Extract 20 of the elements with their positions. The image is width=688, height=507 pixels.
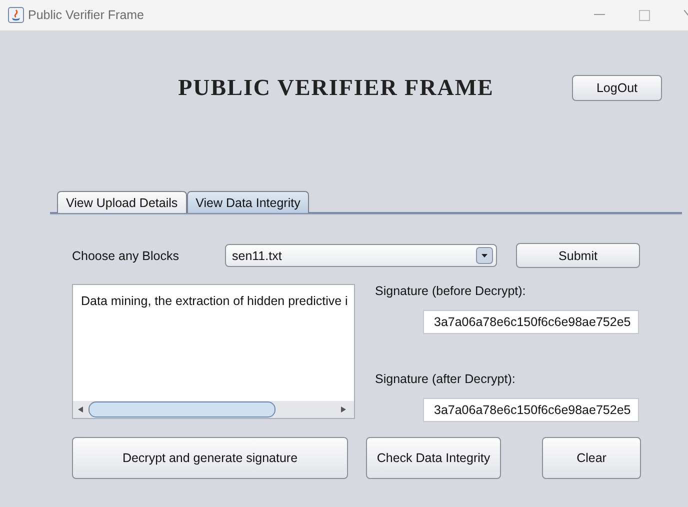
logout-button[interactable]: LogOut: [572, 75, 662, 101]
maximize-icon[interactable]: [639, 10, 650, 20]
action-button[interactable]: Decrypt and generate signature: [72, 437, 348, 479]
signature-label: Signature (before Decrypt):: [375, 284, 527, 298]
page-heading: PUBLIC VERIFIER FRAME: [177, 75, 495, 101]
block-dropdown[interactable]: sen11.txt: [225, 244, 497, 267]
window-title: Public Verifier Frame: [28, 8, 144, 22]
text-area[interactable]: Data mining, the extraction of hidden predictive i: [72, 284, 355, 419]
tab[interactable]: View Data Integrity: [186, 191, 310, 213]
submit-button[interactable]: Submit: [516, 243, 640, 268]
signature-field[interactable]: 3a7a06a78e6c150f6c6e98ae752e5: [423, 310, 639, 334]
signature-label: Signature (after Decrypt):: [375, 372, 516, 386]
action-button[interactable]: Check Data Integrity: [366, 437, 501, 479]
field-label: Choose any Blocks: [72, 248, 180, 262]
action-button[interactable]: Clear: [542, 437, 641, 479]
horizontal-scrollbar[interactable]: [73, 401, 354, 418]
java-icon: [8, 7, 24, 23]
tab[interactable]: View Upload Details: [57, 191, 187, 213]
minimize-icon[interactable]: [594, 14, 605, 16]
signature-field[interactable]: 3a7a06a78e6c150f6c6e98ae752e5: [423, 398, 639, 422]
